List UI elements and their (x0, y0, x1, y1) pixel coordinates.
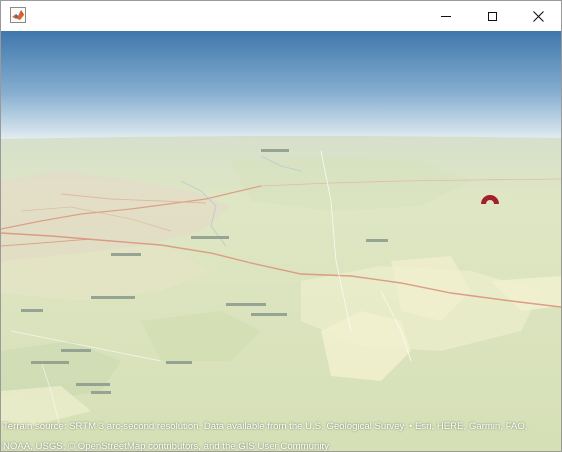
sky (1, 31, 561, 143)
globe-scene[interactable] (1, 31, 561, 452)
close-icon (532, 10, 544, 22)
close-button[interactable] (515, 1, 561, 31)
maximize-icon (487, 11, 497, 21)
globe-viewer[interactable]: Terrain source: SRTM 3 arc-second resolu… (1, 31, 561, 452)
minimize-button[interactable] (423, 1, 469, 31)
matlab-icon (10, 7, 26, 23)
maximize-button[interactable] (469, 1, 515, 31)
terrain-attribution: Terrain source: SRTM 3 arc-second resolu… (3, 421, 528, 452)
title-bar[interactable] (1, 1, 561, 31)
minimize-icon (441, 15, 451, 17)
app-window: Terrain source: SRTM 3 arc-second resolu… (0, 0, 562, 452)
